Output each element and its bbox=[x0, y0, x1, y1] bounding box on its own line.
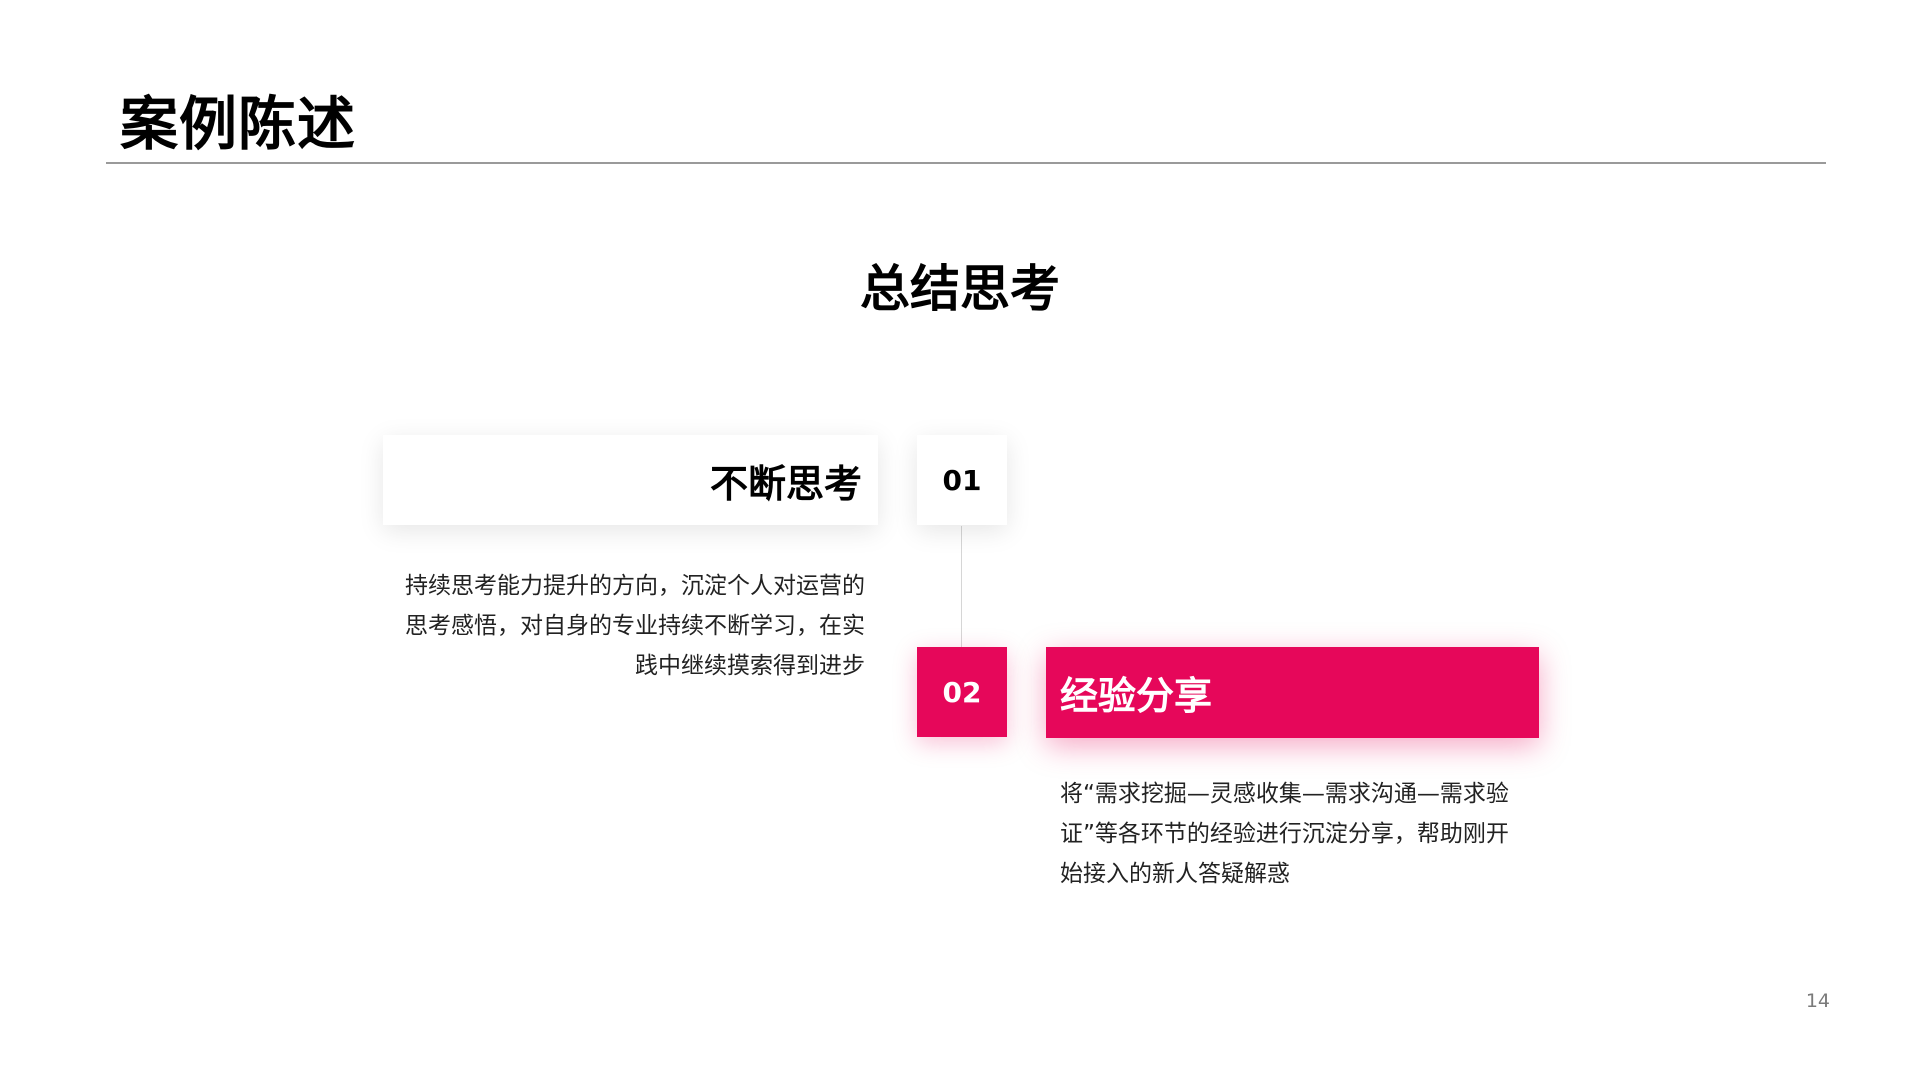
page-number: 14 bbox=[1805, 990, 1830, 1012]
timeline-connector bbox=[961, 526, 962, 648]
item-card-1: 不断思考 bbox=[383, 435, 878, 525]
item-description-1: 持续思考能力提升的方向，沉淀个人对运营的思考感悟，对自身的专业持续不断学习，在实… bbox=[405, 573, 865, 679]
item-title-2: 经验分享 bbox=[1060, 674, 1213, 718]
section-heading: 总结思考 bbox=[860, 260, 1060, 318]
title-divider bbox=[106, 162, 1826, 164]
item-number-1: 01 bbox=[917, 435, 1007, 525]
item-card-2: 经验分享 bbox=[1046, 647, 1539, 738]
item-description-2: 将“需求挖掘—灵感收集—需求沟通—需求验证”等各环节的经验进行沉淀分享，帮助刚开… bbox=[1060, 781, 1509, 887]
page-title: 案例陈述 bbox=[120, 90, 357, 158]
item-title-1: 不断思考 bbox=[709, 461, 862, 506]
item-number-2: 02 bbox=[917, 647, 1007, 737]
